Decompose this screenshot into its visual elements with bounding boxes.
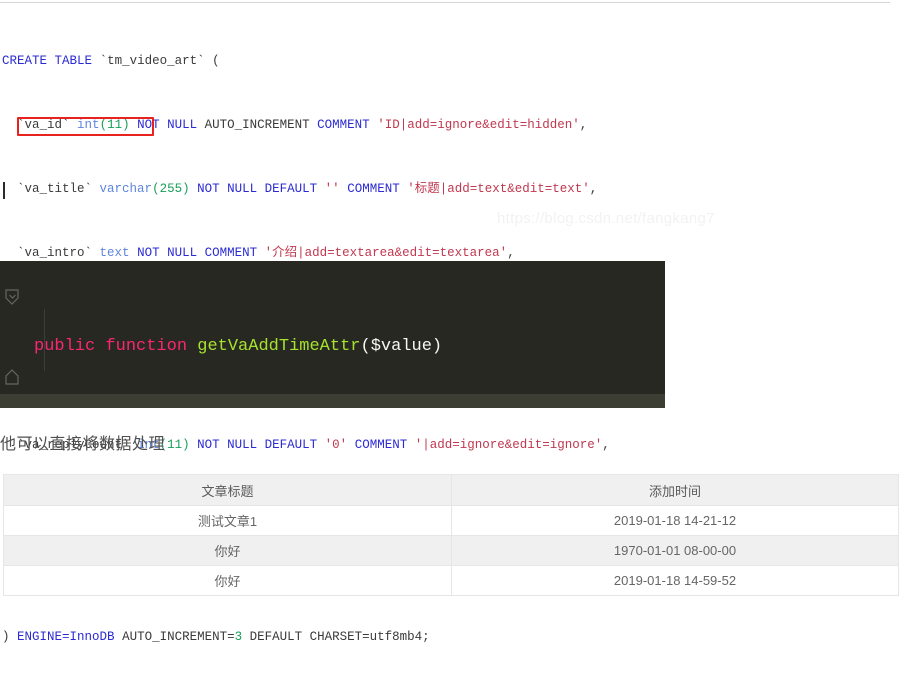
sql-comment-id: 'ID|add=ignore&edit=hidden' (377, 118, 580, 132)
fold-arrow-icon[interactable] (5, 289, 21, 305)
sql-not-null: NOT NULL (137, 246, 198, 260)
sql-column-va-intro: `va_intro` (17, 246, 93, 260)
sql-comma: , (589, 182, 598, 196)
sql-comment-keyword: COMMENT (354, 438, 408, 452)
sql-default: DEFAULT (264, 182, 318, 196)
sql-comma: , (507, 246, 515, 260)
cell-title: 你好 (3, 565, 452, 596)
cell-addtime: 1970-01-01 08-00-00 (451, 535, 899, 566)
sql-type-varchar: varchar (99, 182, 153, 196)
php-param-value: $value (370, 337, 432, 356)
result-table-container: 文章标题 添加时间 测试文章1 2019-01-18 14-21-12 你好 1… (3, 474, 899, 596)
sql-empty-string: '' (324, 182, 340, 196)
cell-title: 你好 (3, 535, 452, 566)
sql-zero-string: '0' (324, 438, 348, 452)
sql-column-va-title: `va_title` (17, 182, 93, 196)
sql-comma: , (602, 438, 610, 452)
editor-gutter (0, 261, 34, 408)
php-paren-open: ( (360, 337, 371, 356)
sql-comment-keyword: COMMENT (347, 182, 400, 196)
sql-len-255: (255) (152, 182, 190, 196)
sql-code-block: CREATE TABLE `tm_video_art` ( `va_id` in… (0, 5, 908, 644)
sql-open-paren: ( (212, 54, 220, 68)
fold-arrow-icon[interactable] (5, 369, 21, 385)
sql-auto-increment-eq: AUTO_INCREMENT= (122, 630, 235, 644)
sql-default: DEFAULT (264, 438, 318, 452)
sql-not-null: NOT NULL (197, 182, 258, 196)
table-header-row: 文章标题 添加时间 (3, 474, 899, 506)
php-code-text: public function getVaAddTimeAttr($value)… (34, 279, 442, 408)
php-line-1: public function getVaAddTimeAttr($value) (34, 333, 442, 360)
table-row: 测试文章1 2019-01-18 14-21-12 (3, 505, 899, 536)
php-paren-close: ) (431, 337, 443, 356)
sql-auto-increment: AUTO_INCREMENT (204, 118, 310, 132)
sql-keyword-table: TABLE (54, 54, 93, 68)
csdn-watermark: https://blog.csdn.net/fangkang7 (497, 210, 715, 227)
sql-line-1: CREATE TABLE `tm_video_art` ( (0, 53, 908, 69)
horizontal-scrollbar[interactable] (0, 394, 665, 408)
sql-column-va-id: `va_id` (17, 118, 70, 132)
sql-comment-intro: '介绍|add=textarea&edit=textarea' (264, 246, 508, 260)
sql-comment-title: '标题|add=text&edit=text' (407, 182, 590, 196)
sql-comment-ignore: '|add=ignore&edit=ignore' (414, 438, 603, 452)
sql-line-3: `va_title` varchar(255) NOT NULL DEFAULT… (0, 181, 908, 197)
cell-title: 测试文章1 (3, 505, 452, 536)
result-table: 文章标题 添加时间 测试文章1 2019-01-18 14-21-12 你好 1… (3, 474, 899, 596)
php-method-name: getVaAddTimeAttr (197, 337, 361, 356)
sql-table-name: `tm_video_art` (99, 54, 205, 68)
sql-auto-increment-value: 3 (234, 630, 243, 644)
cell-addtime: 2019-01-18 14-21-12 (451, 505, 899, 536)
sql-line-4: `va_intro` text NOT NULL COMMENT '介绍|add… (0, 245, 908, 261)
body-paragraph: 他可以直接将数据处理 (0, 436, 166, 453)
sql-len-11: (11) (99, 118, 130, 132)
sql-comment-keyword: COMMENT (204, 246, 258, 260)
php-keyword-public: public (34, 337, 96, 356)
table-row: 你好 1970-01-01 08-00-00 (3, 535, 899, 566)
cell-addtime: 2019-01-18 14-59-52 (451, 565, 899, 596)
column-header-addtime: 添加时间 (451, 474, 899, 506)
sql-type-text: text (99, 246, 130, 260)
sql-comment-keyword: COMMENT (317, 118, 370, 132)
sql-line-2: `va_id` int(11) NOT NULL AUTO_INCREMENT … (0, 117, 908, 133)
sql-not-null: NOT NULL (197, 438, 258, 452)
sql-comma: , (579, 118, 588, 132)
sql-engine: ENGINE=InnoDB (17, 630, 115, 644)
sql-keyword-create: CREATE (2, 54, 48, 68)
sql-charset: DEFAULT CHARSET=utf8mb4; (249, 630, 430, 644)
sql-close-paren: ) (2, 630, 10, 644)
sql-line-10: ) ENGINE=InnoDB AUTO_INCREMENT=3 DEFAULT… (0, 629, 908, 645)
table-row: 你好 2019-01-18 14-59-52 (3, 565, 899, 596)
text-caret (3, 182, 5, 199)
sql-type-int: int (77, 118, 100, 132)
column-header-title: 文章标题 (3, 474, 452, 506)
top-divider (0, 2, 890, 3)
sql-not-null: NOT NULL (137, 118, 198, 132)
php-code-block: public function getVaAddTimeAttr($value)… (0, 261, 665, 408)
php-keyword-function: function (105, 337, 188, 356)
